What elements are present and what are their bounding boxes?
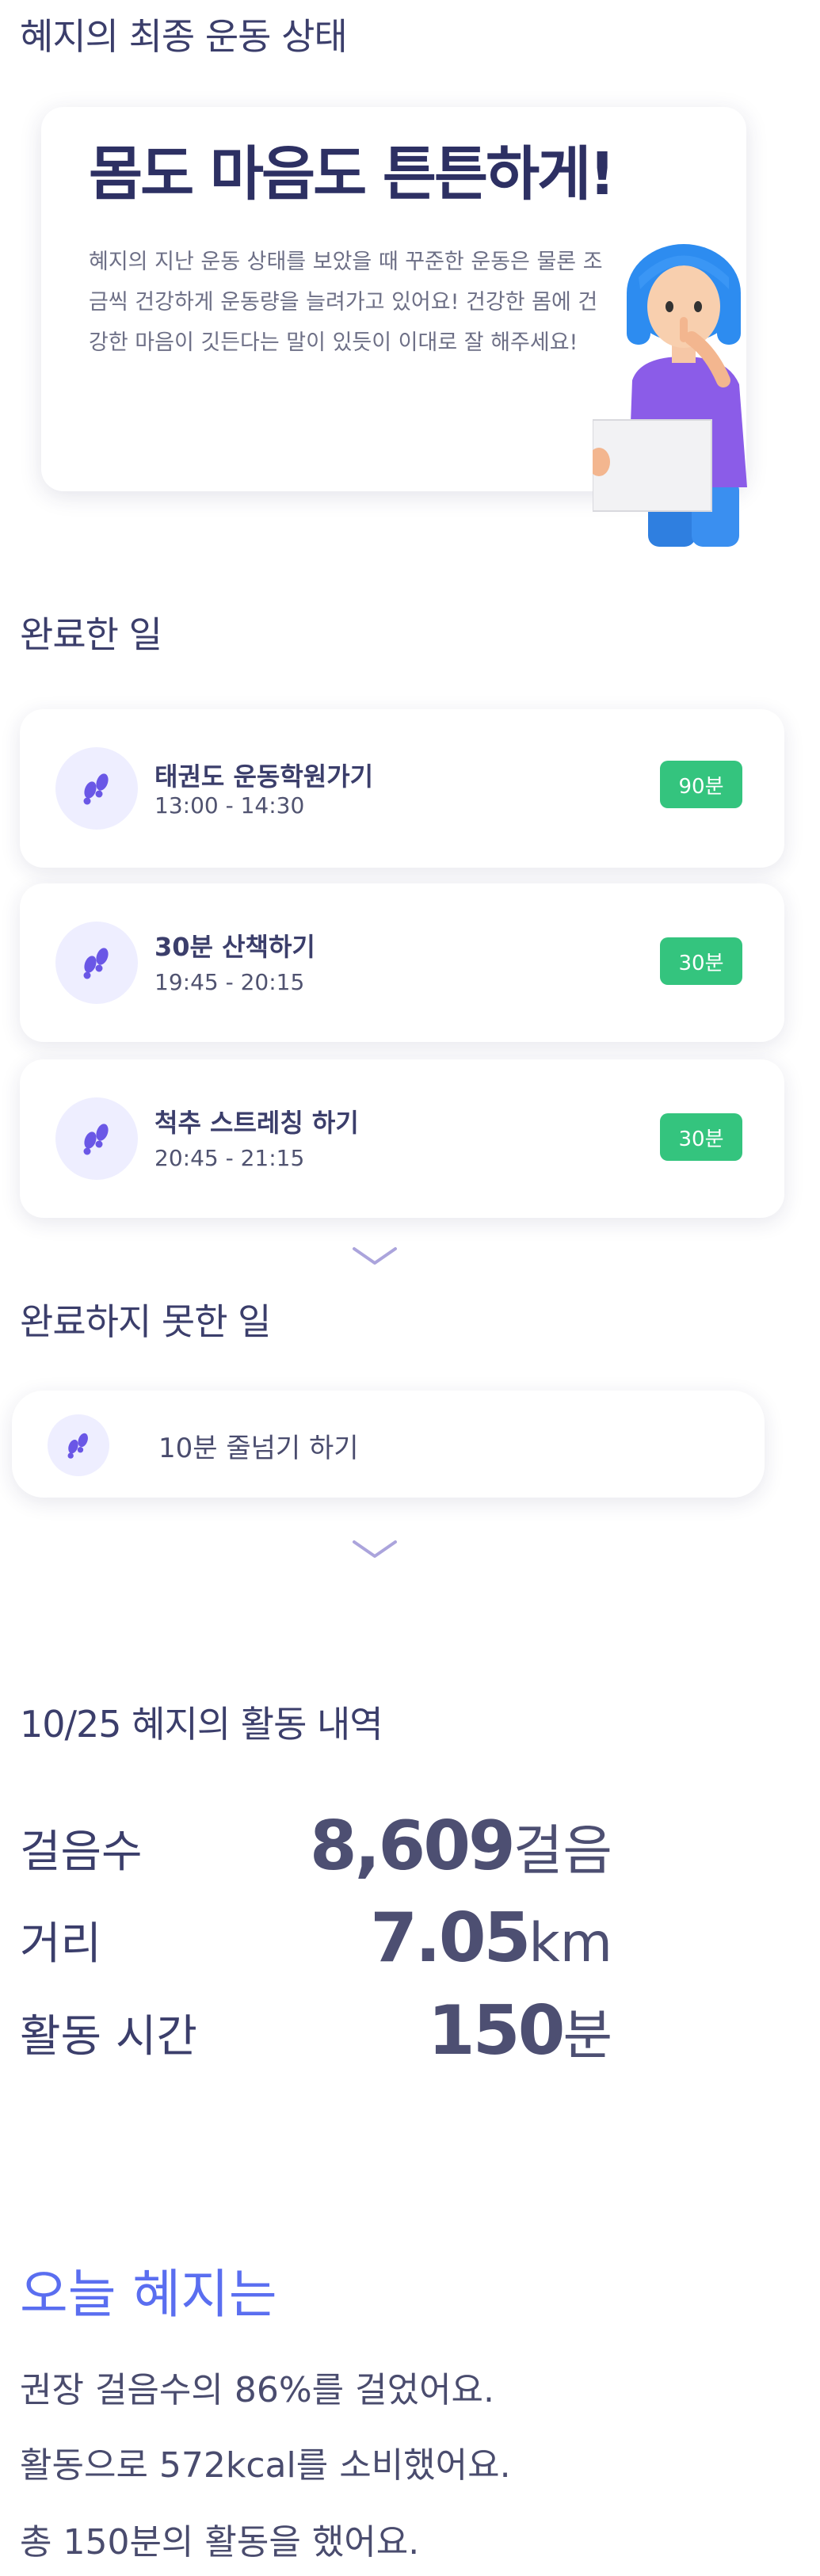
summary-steps: 권장 걸음수의 86%를 걸었어요.	[20, 2370, 495, 2410]
active-time-label: 활동 시간	[20, 2011, 197, 2063]
active-time-value: 150분	[428, 1991, 612, 2070]
status-description: 혜지의 지난 운동 상태를 보았을 때 꾸준한 운동은 물론 조금씩 건강하게 …	[89, 250, 603, 355]
incomplete-task-card[interactable]: 10분 줄넘기 하기	[12, 1391, 765, 1498]
footprints-icon	[55, 1097, 138, 1180]
incomplete-section-title: 완료하지 못한 일	[20, 1300, 271, 1343]
task-title: 태권도 운동학원가기	[154, 761, 374, 792]
activity-section-title: 10/25 혜지의 활동 내역	[20, 1703, 383, 1746]
footprints-icon	[48, 1414, 109, 1476]
summary-active-time: 총 150분의 활동을 했어요.	[20, 2522, 420, 2563]
summary-calories: 활동으로 572kcal를 소비했어요.	[20, 2445, 511, 2486]
footprints-icon	[55, 922, 138, 1004]
steps-label: 걸음수	[20, 1826, 143, 1878]
completed-section-title: 완료한 일	[20, 613, 162, 656]
character-illustration	[593, 244, 747, 547]
task-time: 13:00 - 14:30	[154, 792, 305, 819]
duration-badge: 30분	[660, 1113, 742, 1161]
distance-label: 거리	[20, 1918, 102, 1970]
completed-task-card[interactable]: 척추 스트레칭 하기 20:45 - 21:15 30분	[20, 1059, 784, 1218]
completed-task-card[interactable]: 태권도 운동학원가기 13:00 - 14:30 90분	[20, 709, 784, 868]
chevron-down-icon[interactable]	[351, 1537, 399, 1561]
steps-value: 8,609걸음	[310, 1807, 612, 1886]
distance-number: 7.05	[370, 1899, 531, 1978]
footprints-icon	[55, 747, 138, 830]
active-time-unit: 분	[563, 2005, 612, 2067]
task-title: 척추 스트레칭 하기	[154, 1108, 359, 1138]
duration-badge: 30분	[660, 937, 742, 985]
status-headline: 몸도 마음도 튼튼하게!	[89, 140, 616, 208]
today-title: 오늘 혜지는	[20, 2264, 277, 2325]
task-title: 30분 산책하기	[154, 932, 315, 962]
active-time-number: 150	[427, 1991, 566, 2070]
distance-value: 7.05km	[370, 1899, 612, 1978]
task-title: 10분 줄넘기 하기	[158, 1433, 359, 1464]
chevron-down-icon[interactable]	[351, 1244, 399, 1268]
completed-task-card[interactable]: 30분 산책하기 19:45 - 20:15 30분	[20, 883, 784, 1042]
steps-number: 8,609	[309, 1807, 516, 1886]
final-status-title: 혜지의 최종 운동 상태	[20, 15, 348, 58]
duration-badge: 90분	[660, 761, 742, 808]
task-time: 19:45 - 20:15	[154, 969, 305, 995]
distance-unit: km	[528, 1912, 612, 1975]
task-time: 20:45 - 21:15	[154, 1145, 305, 1171]
steps-unit: 걸음	[513, 1820, 612, 1883]
